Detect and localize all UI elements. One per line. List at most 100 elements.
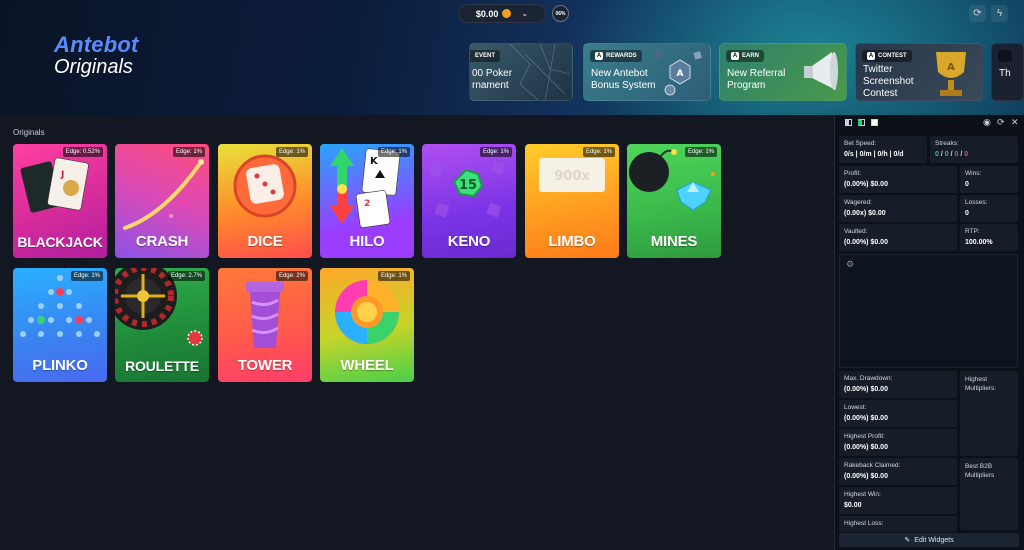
- game-card-crash[interactable]: Edge: 1% CRASH: [115, 144, 209, 258]
- section-label-originals: Originals: [13, 128, 45, 137]
- promo-tag-text: CONTEST: [878, 53, 907, 59]
- edit-widgets-button[interactable]: ✎ Edit Widgets: [839, 533, 1019, 547]
- vaulted-value: (0.00%) $0.00: [844, 239, 888, 246]
- edit-widgets-label: Edit Widgets: [914, 536, 954, 544]
- promo-tag: EVENT: [470, 50, 501, 62]
- edge-badge: Edge: 1%: [582, 147, 615, 157]
- bet-speed-widget: Bet Speed: 0/s | 0/m | 0/h | 0/d: [839, 136, 927, 163]
- profit-chart-widget: ⚙: [839, 254, 1018, 368]
- brand-name: Antebot: [54, 32, 139, 57]
- lowest-value: (0.00%) $0.00: [844, 415, 888, 422]
- game-card-mines[interactable]: Edge: 1% MINES: [627, 144, 721, 258]
- pencil-icon: ✎: [904, 537, 911, 544]
- layout-full-icon[interactable]: [871, 119, 878, 126]
- promo-tag: A CONTEST: [862, 50, 912, 62]
- lightning-icon[interactable]: ϟ: [991, 5, 1008, 22]
- promo-card-rewards[interactable]: A A REWARDS New Antebot Bonus System: [583, 43, 711, 101]
- profit-value: (0.00%) $0.00: [844, 181, 888, 188]
- edge-badge: Edge: 0.52%: [62, 147, 103, 157]
- game-card-hilo[interactable]: K 2 Edge: 1% HILO: [320, 144, 414, 258]
- losses-label: Losses:: [965, 199, 988, 206]
- vaulted-label: Vaulted:: [844, 228, 868, 235]
- keno-number: 15: [459, 178, 477, 193]
- promo-title: New Referral Program: [727, 68, 786, 91]
- balance-selector[interactable]: $0.00 ⌄: [458, 4, 546, 23]
- lowest-widget: Lowest: (0.00%) $0.00: [839, 400, 957, 427]
- promo-card-event[interactable]: EVENT 00 Poker rnament: [469, 43, 573, 101]
- losses-value: 0: [965, 210, 969, 217]
- wagered-value: (0.00x) $0.00: [844, 210, 886, 217]
- game-card-dice[interactable]: Edge: 1% DICE: [218, 144, 312, 258]
- promo-tag: [998, 50, 1012, 62]
- promo-title: 00 Poker rnament: [472, 68, 513, 91]
- game-card-keno[interactable]: 15 Edge: 1% KENO: [422, 144, 516, 258]
- layout-split-icon[interactable]: [858, 119, 865, 126]
- edge-badge: Edge: 1%: [172, 147, 205, 157]
- game-card-wheel[interactable]: Edge: 1% WHEEL: [320, 268, 414, 382]
- promo-tag: A EARN: [726, 50, 765, 62]
- bet-speed-value: 0/s | 0/m | 0/h | 0/d: [844, 151, 904, 158]
- game-title: WHEEL: [340, 357, 394, 374]
- game-card-plinko[interactable]: Edge: 1% PLINKO: [13, 268, 107, 382]
- layout-left-icon[interactable]: [845, 119, 852, 126]
- antebot-mini-icon: A: [731, 52, 739, 60]
- antebot-mini-icon: A: [867, 52, 875, 60]
- close-icon[interactable]: ✕: [1011, 117, 1019, 128]
- percent-badge[interactable]: 06%: [552, 5, 569, 22]
- wagered-widget: Wagered: (0.00x) $0.00: [839, 195, 957, 222]
- hide-eye-icon[interactable]: ◉: [983, 117, 991, 128]
- edge-badge: Edge: 1%: [479, 147, 512, 157]
- max-drawdown-label: Max. Drawdown:: [844, 375, 893, 382]
- game-card-limbo[interactable]: 900x Edge: 1% LIMBO: [525, 144, 619, 258]
- wins-value: 0: [965, 181, 969, 188]
- currency-coin-icon: [502, 9, 512, 18]
- streaks-value: 0 / 0 / 0 / 0: [935, 151, 969, 158]
- game-title: HILO: [349, 233, 385, 250]
- wins-widget: Wins: 0: [960, 166, 1018, 193]
- promo-title: New Antebot Bonus System: [591, 68, 656, 91]
- game-title: TOWER: [237, 357, 293, 374]
- highest-profit-label: Highest Profit:: [844, 433, 885, 440]
- edge-badge: Edge: 1%: [70, 271, 103, 281]
- highest-multipliers-widget: Highest Multipliers:: [960, 371, 1018, 456]
- promo-card-contest[interactable]: A A CONTEST Twitter Screenshot Contest: [855, 43, 983, 101]
- profit-widget: Profit: (0.00%) $0.00: [839, 166, 957, 193]
- antebot-logo[interactable]: Antebot Originals: [54, 32, 139, 79]
- highest-win-widget: Highest Win: $0.00: [839, 487, 957, 514]
- refresh-icon[interactable]: ⟳: [969, 5, 986, 22]
- svg-text:A: A: [947, 62, 955, 73]
- bet-speed-label: Bet Speed:: [844, 140, 877, 147]
- game-title: LIMBO: [548, 233, 596, 250]
- edge-badge: Edge: 1%: [377, 147, 410, 157]
- svg-text:A: A: [677, 69, 684, 79]
- promo-tag-text: EVENT: [475, 53, 496, 59]
- lowest-label: Lowest:: [844, 404, 867, 411]
- promo-tag-text: EARN: [742, 53, 760, 59]
- refresh-icon[interactable]: ⟳: [997, 117, 1005, 128]
- rtp-label: RTP:: [965, 228, 980, 235]
- edge-badge: Edge: 2.7%: [167, 271, 205, 281]
- promo-tag-text: REWARDS: [606, 53, 637, 59]
- vaulted-widget: Vaulted: (0.00%) $0.00: [839, 224, 957, 251]
- promo-card-partial[interactable]: Th: [991, 43, 1024, 101]
- limbo-multiplier-text: 900x: [554, 169, 590, 184]
- profit-label: Profit:: [844, 170, 861, 177]
- promo-title: Th: [999, 68, 1011, 79]
- promo-title: Twitter Screenshot Contest: [863, 64, 914, 99]
- max-drawdown-widget: Max. Drawdown: (0.00%) $0.00: [839, 371, 957, 398]
- rakeback-widget: Rakeback Claimed: (0.00%) $0.00: [839, 458, 957, 485]
- hilo-card-top-rank: K: [370, 156, 379, 167]
- highest-multipliers-label: Highest Multipliers:: [965, 376, 997, 392]
- game-card-tower[interactable]: Edge: 2% TOWER: [218, 268, 312, 382]
- rakeback-label: Rakeback Claimed:: [844, 462, 901, 469]
- edge-badge: Edge: 1%: [684, 147, 717, 157]
- game-card-roulette[interactable]: Edge: 2.7% ROULETTE: [115, 268, 209, 382]
- game-title: DICE: [247, 233, 283, 250]
- stats-panel: ◉ ⟳ ✕ Bet Speed: 0/s | 0/m | 0/h | 0/d S…: [834, 115, 1024, 550]
- header-banner: Antebot Originals $0.00 ⌄ 06% ⟳ ϟ EVENT …: [0, 0, 1024, 115]
- promo-card-earn[interactable]: A EARN New Referral Program: [719, 43, 847, 101]
- chart-settings-gear-icon[interactable]: ⚙: [846, 259, 854, 270]
- streaks-widget: Streaks: 0 / 0 / 0 / 0: [930, 136, 1018, 163]
- game-card-blackjack[interactable]: J Edge: 0.52% BLACKJACK: [13, 144, 107, 258]
- rakeback-value: (0.00%) $0.00: [844, 473, 888, 480]
